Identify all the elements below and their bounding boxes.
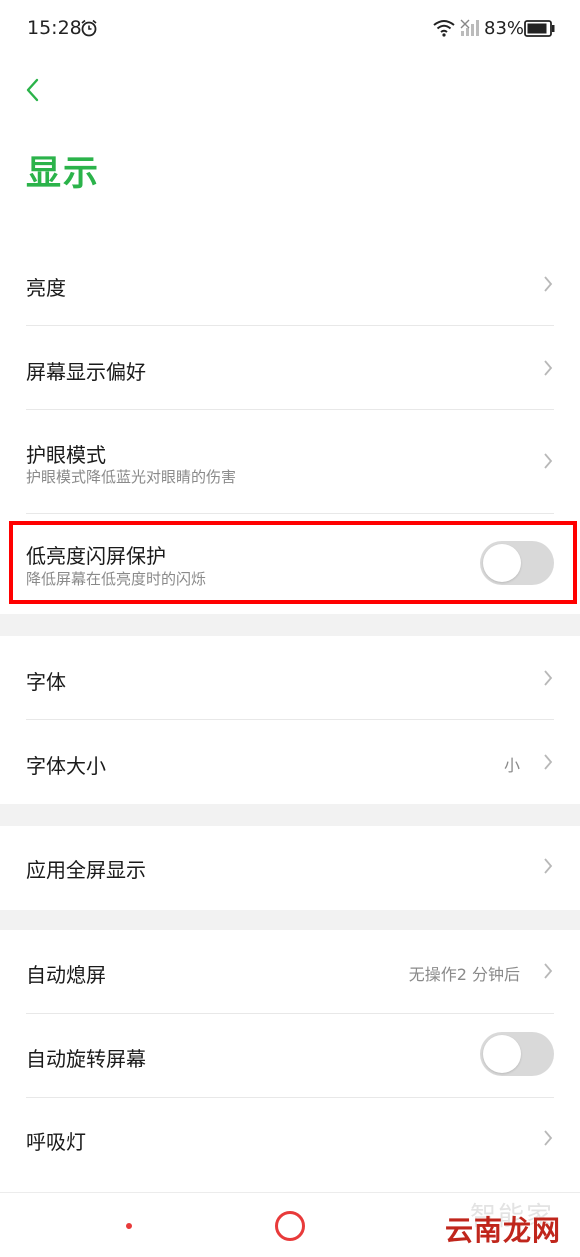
eye-care-description: 护眼模式降低蓝光对眼睛的伤害: [26, 468, 237, 486]
eye-care-label: 护眼模式: [26, 443, 106, 467]
signal-icon: [460, 19, 479, 36]
fullscreen-apps-label: 应用全屏显示: [26, 858, 146, 882]
chevron-right-icon: [544, 360, 553, 376]
auto-lock-row[interactable]: 自动熄屏 无操作2 分钟后: [26, 930, 554, 1014]
section-separator: [0, 910, 580, 930]
auto-lock-value: 无操作2 分钟后: [408, 965, 520, 984]
section-separator: [0, 614, 580, 636]
font-size-value: 小: [503, 756, 520, 775]
chevron-right-icon: [544, 1130, 553, 1146]
auto-lock-label: 自动熄屏: [26, 963, 106, 987]
eye-care-row[interactable]: 护眼模式 护眼模式降低蓝光对眼睛的伤害: [26, 410, 554, 514]
brightness-row[interactable]: 亮度: [26, 242, 554, 326]
wifi-icon: [433, 20, 455, 37]
home-button[interactable]: [275, 1211, 305, 1241]
status-bar: 15:28 83%: [0, 0, 580, 60]
font-size-row[interactable]: 字体大小 小: [26, 720, 554, 804]
font-row[interactable]: 字体: [26, 636, 554, 720]
font-size-label: 字体大小: [26, 754, 106, 778]
auto-rotate-label: 自动旋转屏幕: [26, 1047, 146, 1071]
back-button[interactable]: [18, 74, 52, 108]
alarm-icon: [81, 19, 97, 37]
low-flicker-description: 降低屏幕在低亮度时的闪烁: [26, 570, 207, 588]
breathing-light-label: 呼吸灯: [26, 1130, 86, 1154]
screen-preference-label: 屏幕显示偏好: [26, 360, 146, 384]
auto-rotate-toggle[interactable]: [480, 1032, 554, 1076]
low-flicker-toggle[interactable]: [480, 541, 554, 585]
low-flicker-label: 低亮度闪屏保护: [26, 544, 166, 568]
screen-preference-row[interactable]: 屏幕显示偏好: [26, 326, 554, 410]
brightness-label: 亮度: [26, 276, 66, 300]
toggle-knob: [483, 544, 521, 582]
chevron-right-icon: [544, 276, 553, 292]
chevron-left-icon: [26, 78, 39, 102]
toggle-knob: [483, 1035, 521, 1073]
status-time: 15:28: [27, 17, 82, 39]
chevron-right-icon: [544, 963, 553, 979]
battery-percentage: 83%: [484, 18, 525, 39]
watermark-bottom: 云南龙网: [445, 1214, 562, 1247]
chevron-right-icon: [544, 754, 553, 770]
font-label: 字体: [26, 670, 66, 694]
page-title: 显示: [26, 154, 101, 194]
battery-icon: [524, 20, 555, 37]
chevron-right-icon: [544, 858, 553, 874]
auto-rotate-row: 自动旋转屏幕: [26, 1014, 554, 1098]
nav-menu-dot[interactable]: [126, 1223, 132, 1229]
section-separator: [0, 804, 580, 826]
chevron-right-icon: [544, 453, 553, 469]
fullscreen-apps-row[interactable]: 应用全屏显示: [26, 826, 554, 910]
breathing-light-row[interactable]: 呼吸灯: [26, 1098, 554, 1182]
low-flicker-row: 低亮度闪屏保护 降低屏幕在低亮度时的闪烁: [26, 514, 554, 614]
chevron-right-icon: [544, 670, 553, 686]
